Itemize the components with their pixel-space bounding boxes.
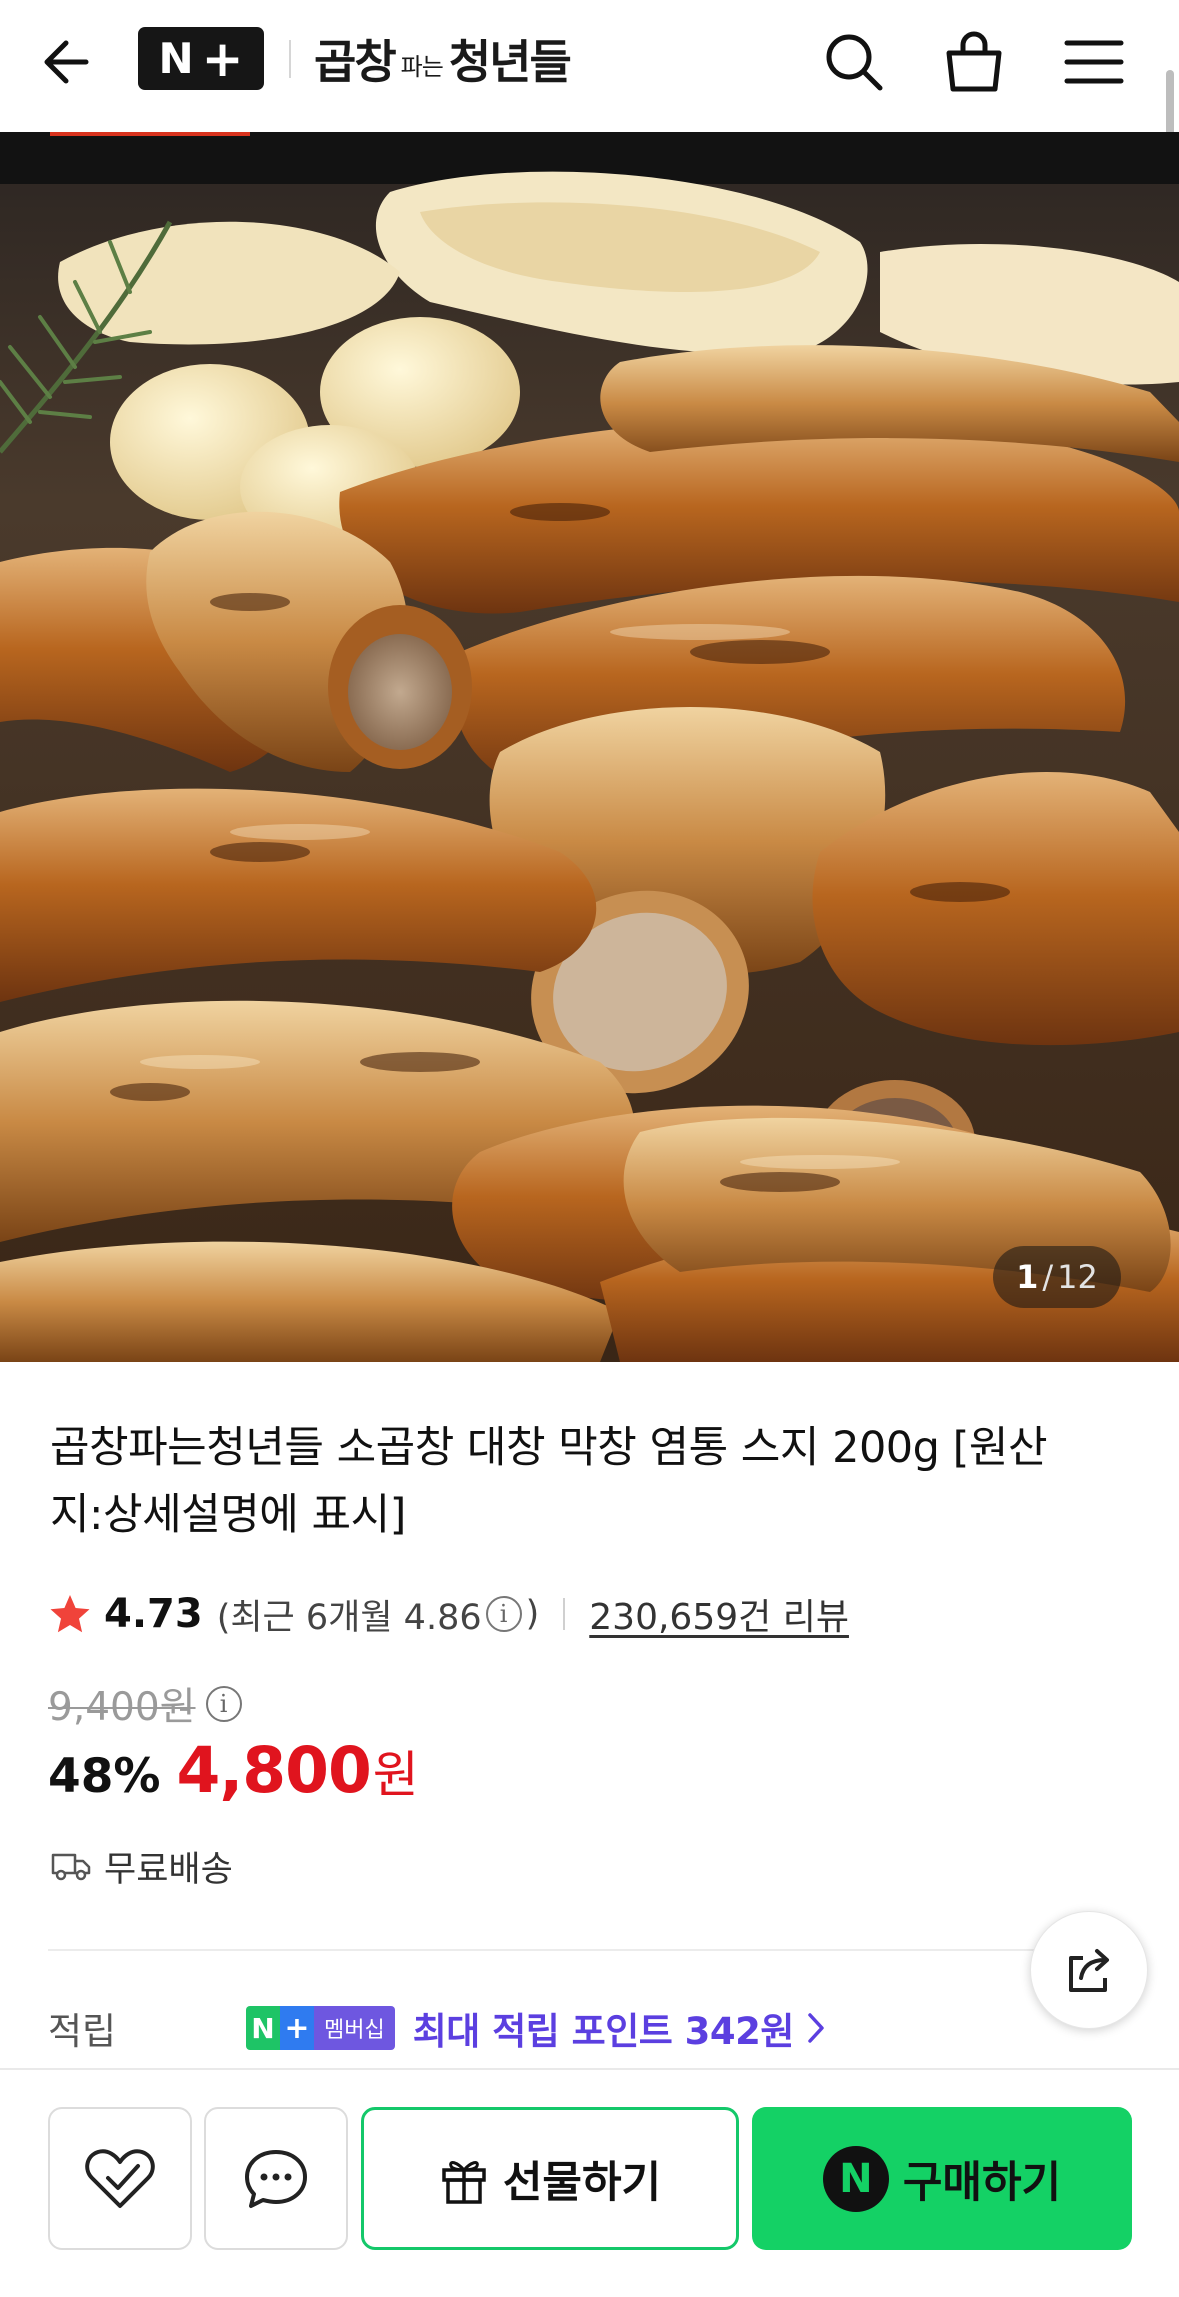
naver-plus-membership-badge: N + 멤버십 [246,2006,395,2050]
gift-button-label: 선물하기 [502,2157,662,2208]
brand-logo-part-2: 파는 [400,52,444,81]
gift-button[interactable]: 선물하기 [361,2107,739,2250]
shipping-info: 무료배송 [50,1838,233,1894]
price-info-icon[interactable]: i [205,1686,242,1722]
logo-divider [289,40,291,78]
points-row[interactable]: 적립 N + 멤버십 최대 적립 포인트 342원 [48,1996,1048,2060]
shopping-bag-icon [946,31,1002,92]
product-title: 곱창파는청년들 소곱창 대창 막창 염통 스지 200g [원산지:상세설명에 … [50,1423,1048,1540]
gift-icon [442,2160,486,2204]
shipping-text: 무료배송 [104,1849,233,1890]
top-nav-bar: N + 곱창 파는 청년들 [0,0,1179,132]
grilled-gopchang-photo [0,132,1179,1362]
naver-plus-store-logo[interactable]: N + [138,27,264,90]
sale-price: 4,800 [176,1734,372,1807]
share-icon [1069,1949,1109,1992]
original-price-row: 9,400원 i [48,1674,246,1734]
info-icon[interactable]: i [485,1596,522,1632]
badge-n: N [246,2006,280,2050]
back-button[interactable] [36,26,110,100]
chevron-right-icon [808,2013,824,2043]
naver-pay-n-icon: N [822,2145,889,2212]
image-counter-current: 1 [1016,1258,1039,1296]
logo-plus-text: + [201,29,244,88]
image-counter-total: 12 [1057,1258,1098,1296]
section-divider [48,1949,1136,1951]
buy-button[interactable]: N 구매하기 [752,2107,1132,2250]
cart-button[interactable] [934,22,1014,102]
delivery-truck-icon [51,1853,91,1881]
recent-rating-label: (최근 6개월 4.86 [216,1597,482,1638]
rating-divider [563,1598,566,1630]
wishlist-button[interactable] [48,2107,192,2250]
image-counter-separator: / [1042,1258,1054,1296]
buy-button-label: 구매하기 [902,2157,1062,2208]
logo-n-text: N [158,34,194,83]
brand-logo-part-3: 청년들 [448,35,572,89]
bottom-action-bar: 선물하기 N 구매하기 [0,2068,1179,2297]
discount-rate: 48% [48,1749,161,1804]
reviews-link[interactable]: 230,659건 리뷰 [589,1588,849,1640]
search-button[interactable] [814,22,894,102]
sale-price-row: 48% 4,800 원 [48,1734,419,1818]
original-price: 9,400원 [48,1685,196,1730]
menu-button[interactable] [1054,22,1134,102]
rating-score: 4.73 [104,1591,203,1637]
rating-row: 4.73 (최근 6개월 4.86 i ) 230,659건 리뷰 [48,1584,849,1644]
image-counter: 1 / 12 [993,1246,1121,1308]
recent-rating-close: ) [525,1594,540,1634]
recent-rating: (최근 6개월 4.86 i ) [217,1589,540,1640]
product-image[interactable] [0,132,1179,1362]
search-icon [826,34,883,91]
points-label: 적립 [48,2010,117,2053]
badge-membership: 멤버십 [314,2006,395,2050]
brand-logo-part-1: 곱창 [314,35,397,89]
talktalk-chat-button[interactable] [204,2107,348,2250]
back-arrow-icon [44,40,89,84]
hamburger-menu-icon [1064,40,1124,84]
star-icon [50,1595,90,1633]
chat-bubble-icon [245,2149,307,2208]
max-points-text[interactable]: 최대 적립 포인트 342원 [413,2001,795,2055]
store-brand-logo[interactable]: 곱창 파는 청년들 [314,22,572,96]
heart-check-icon [85,2148,155,2208]
badge-plus: + [280,2006,314,2050]
price-currency: 원 [372,1746,419,1804]
